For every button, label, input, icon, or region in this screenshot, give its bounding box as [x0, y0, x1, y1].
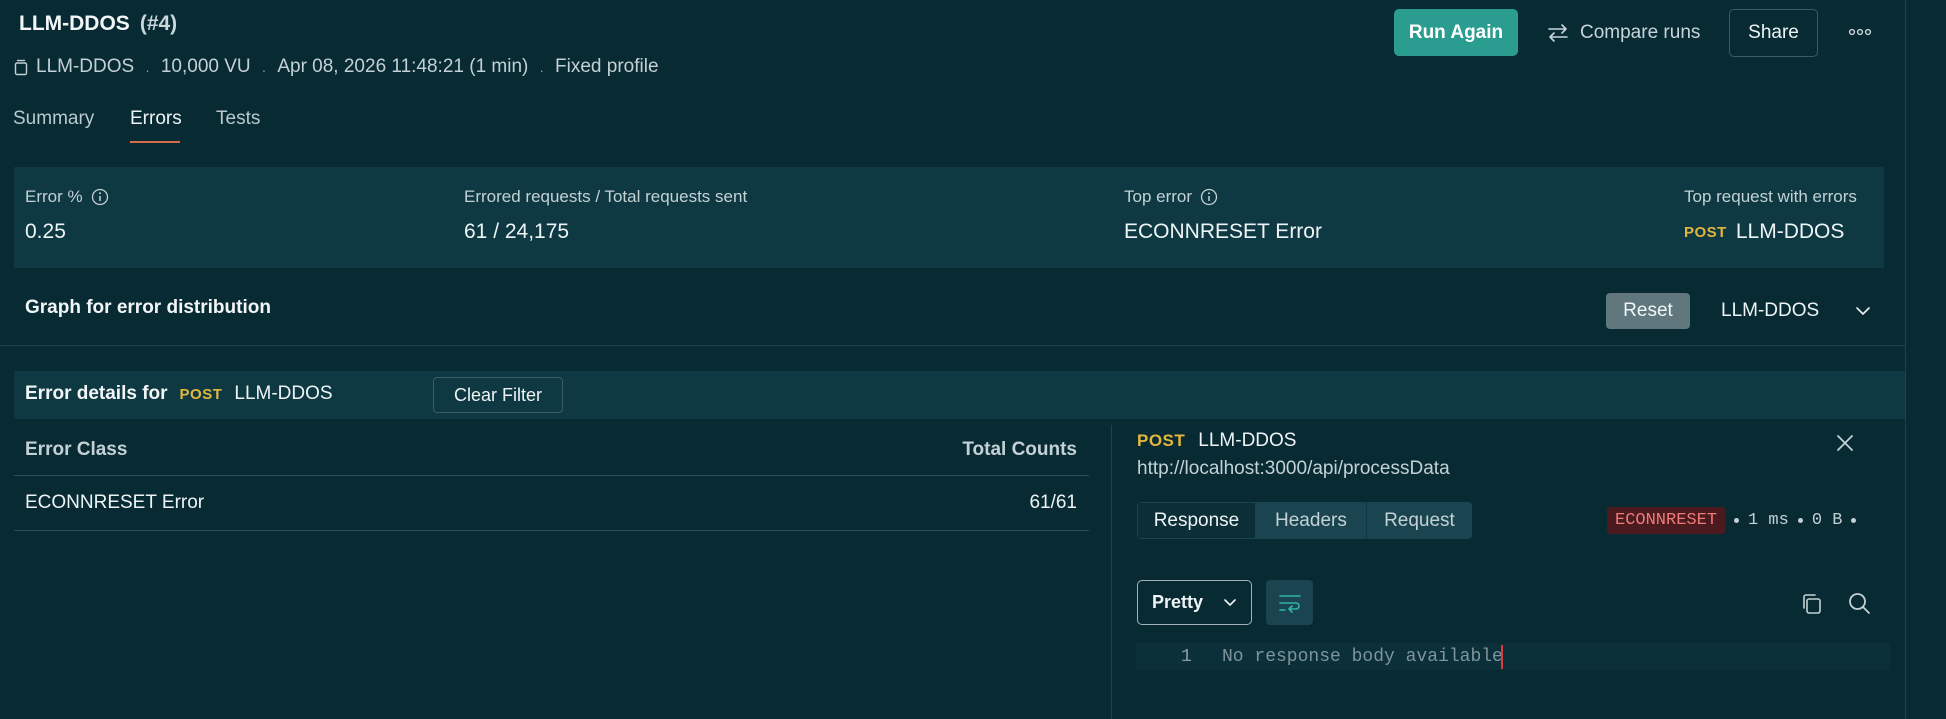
search-icon[interactable]	[1847, 591, 1871, 615]
run-meta: LLM-DDOS · 10,000 VU · Apr 08, 2026 11:4…	[14, 56, 659, 78]
copy-icon[interactable]	[1800, 592, 1824, 616]
response-body-text[interactable]: No response body available	[1222, 647, 1503, 667]
compare-runs-label: Compare runs	[1580, 21, 1701, 43]
request-select-value: LLM-DDOS	[1721, 300, 1820, 321]
tab-tests[interactable]: Tests	[216, 108, 260, 130]
share-button[interactable]: Share	[1729, 9, 1818, 57]
http-method-badge: POST	[1137, 431, 1186, 450]
page-right-border	[1905, 0, 1906, 719]
clear-filter-button[interactable]: Clear Filter	[433, 377, 563, 413]
separator-dot	[1851, 517, 1857, 523]
tab-headers[interactable]: Headers	[1256, 502, 1367, 539]
error-details-label: Error details for POST LLM-DDOS	[25, 383, 333, 405]
request-pane-name: LLM-DDOS	[1198, 430, 1297, 451]
meta-collection[interactable]: LLM-DDOS	[36, 56, 134, 78]
response-tabs: Response Headers Request	[1137, 502, 1472, 539]
top-request-value[interactable]: POST LLM-DDOS	[1684, 220, 1844, 244]
ellipsis-icon	[1848, 28, 1872, 36]
line-number: 1	[1181, 647, 1192, 667]
response-size: 0 B	[1811, 510, 1843, 530]
format-select[interactable]: Pretty	[1137, 580, 1252, 625]
meta-separator: ·	[145, 62, 150, 78]
separator-dot	[1734, 517, 1740, 523]
error-details-label-text: Error details for	[25, 383, 168, 404]
meta-profile: Fixed profile	[555, 56, 659, 77]
request-url: http://localhost:3000/api/processData	[1137, 458, 1450, 479]
response-time: 1 ms	[1748, 510, 1789, 530]
chevron-down-icon	[1224, 599, 1236, 606]
wrap-lines-button[interactable]	[1266, 580, 1313, 625]
error-class-cell[interactable]: ECONNRESET Error	[25, 492, 204, 514]
run-title-text: LLM-DDOS	[19, 12, 130, 35]
meta-datetime: Apr 08, 2026 11:48:21 (1 min)	[277, 56, 529, 77]
wrap-text-icon	[1278, 594, 1301, 613]
graph-title: Graph for error distribution	[25, 297, 271, 318]
compare-arrows-icon	[1548, 23, 1568, 42]
top-error-value: ECONNRESET Error	[1124, 220, 1322, 243]
text-cursor	[1501, 645, 1503, 669]
reset-button[interactable]: Reset	[1606, 293, 1690, 329]
error-stats-panel	[14, 167, 1884, 268]
error-percent-value: 0.25	[25, 220, 66, 243]
meta-vu: 10,000 VU	[160, 56, 251, 77]
info-icon[interactable]	[1200, 188, 1218, 206]
close-icon[interactable]	[1834, 432, 1856, 454]
table-header-divider	[14, 475, 1089, 476]
http-method-badge: POST	[1684, 223, 1727, 241]
error-details-request: LLM-DDOS	[234, 383, 333, 404]
info-icon[interactable]	[91, 188, 109, 206]
meta-separator: ·	[261, 62, 267, 78]
meta-separator: ·	[539, 62, 545, 78]
more-options-button[interactable]	[1846, 18, 1874, 46]
active-tab-indicator	[130, 141, 180, 143]
error-percent-label: Error %	[25, 187, 109, 207]
compare-runs-button[interactable]: Compare runs	[1546, 9, 1700, 56]
format-select-value: Pretty	[1152, 592, 1204, 612]
error-percent-label-text: Error %	[25, 187, 83, 206]
chevron-down-icon	[1856, 307, 1870, 315]
column-header-total-counts: Total Counts	[962, 439, 1077, 460]
pane-splitter[interactable]	[1111, 425, 1112, 719]
total-counts-cell: 61/61	[1029, 492, 1077, 513]
tab-request[interactable]: Request	[1367, 502, 1472, 539]
top-error-label-text: Top error	[1124, 187, 1193, 206]
response-status: ECONNRESET 1 ms 0 B	[1607, 506, 1857, 534]
top-request-label: Top request with errors	[1684, 187, 1857, 206]
status-badge: ECONNRESET	[1607, 506, 1726, 534]
top-request-name: LLM-DDOS	[1735, 220, 1845, 243]
errored-requests-label: Errored requests / Total requests sent	[464, 187, 748, 206]
section-divider	[0, 345, 1905, 346]
errored-requests-value: 61 / 24,175	[464, 220, 570, 243]
run-title: LLM-DDOS (#4)	[19, 12, 177, 36]
request-select[interactable]: LLM-DDOS	[1721, 293, 1871, 329]
separator-dot	[1797, 517, 1803, 523]
column-header-error-class: Error Class	[25, 439, 128, 460]
tab-response[interactable]: Response	[1137, 502, 1256, 539]
run-again-button[interactable]: Run Again	[1394, 9, 1518, 56]
table-row-divider	[14, 530, 1089, 531]
collection-icon	[14, 59, 28, 75]
tab-errors[interactable]: Errors	[130, 108, 182, 130]
tab-summary[interactable]: Summary	[13, 108, 94, 130]
http-method-badge: POST	[179, 385, 223, 403]
run-number: (#4)	[139, 12, 178, 35]
top-error-label: Top error	[1124, 187, 1218, 207]
request-pane-title: POST LLM-DDOS	[1137, 430, 1296, 452]
